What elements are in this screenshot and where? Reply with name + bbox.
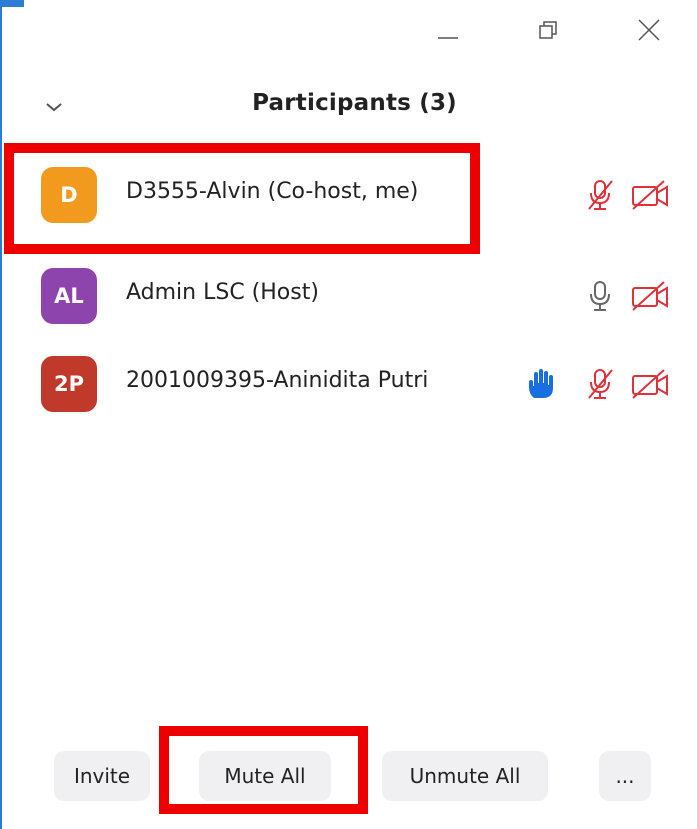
minimize-icon	[438, 37, 458, 39]
mic-on-icon[interactable]	[580, 278, 620, 314]
participants-header: Participants (3)	[2, 80, 697, 136]
unmute-all-button[interactable]: Unmute All	[382, 751, 548, 801]
video-off-icon[interactable]	[630, 366, 670, 402]
restore-button[interactable]	[525, 12, 571, 48]
mic-muted-icon[interactable]	[580, 177, 620, 213]
participant-name: 2001009395-Aninidita Putri	[126, 368, 429, 393]
close-icon	[638, 19, 660, 41]
page-title: Participants (3)	[252, 90, 457, 116]
video-off-icon[interactable]	[630, 278, 670, 314]
participants-window: Participants (3) D D3555-Alvin (Co-host,…	[0, 0, 697, 829]
participant-row-admin[interactable]: AL Admin LSC (Host)	[2, 265, 697, 327]
window-corner-accent	[2, 0, 24, 7]
participant-row-aninidita[interactable]: 2P 2001009395-Aninidita Putri	[2, 353, 697, 415]
participant-row-alvin[interactable]: D D3555-Alvin (Co-host, me)	[2, 164, 697, 226]
mute-all-button[interactable]: Mute All	[199, 751, 331, 801]
avatar: AL	[41, 268, 97, 324]
close-button[interactable]	[626, 12, 672, 48]
raised-hand-icon[interactable]	[520, 366, 560, 402]
video-off-icon[interactable]	[630, 177, 670, 213]
invite-button[interactable]: Invite	[54, 751, 150, 801]
participant-name: Admin LSC (Host)	[126, 280, 319, 305]
more-options-button[interactable]: ...	[599, 751, 651, 801]
participant-name: D3555-Alvin (Co-host, me)	[126, 179, 419, 204]
avatar: D	[41, 167, 97, 223]
avatar: 2P	[41, 356, 97, 412]
restore-icon	[539, 21, 557, 39]
mic-muted-icon[interactable]	[580, 366, 620, 402]
minimize-button[interactable]	[425, 12, 471, 48]
